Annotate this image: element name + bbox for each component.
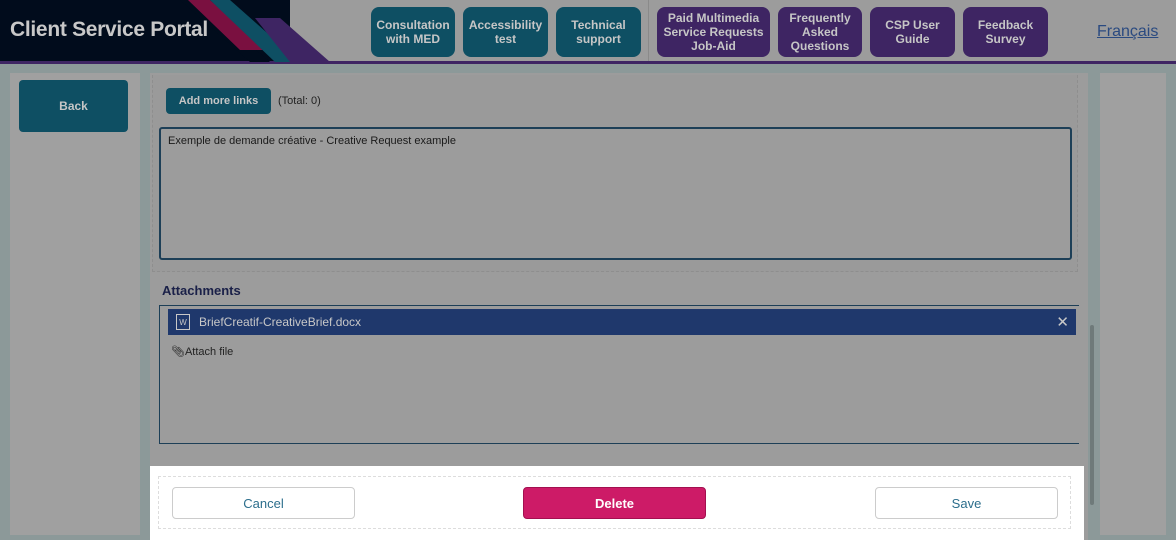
paperclip-icon: 📎︎ <box>171 346 185 358</box>
attach-file-label: Attach file <box>184 346 234 358</box>
description-textarea[interactable]: Exemple de demande créative - Creative R… <box>159 127 1072 260</box>
nav-user-guide-button[interactable]: CSP User Guide <box>870 7 955 57</box>
links-total: (Total: 0) <box>278 95 321 107</box>
scrollbar[interactable] <box>1090 325 1094 505</box>
delete-button[interactable]: Delete <box>523 487 706 519</box>
attachment-item[interactable]: W BriefCreatif-CreativeBrief.docx ✕ <box>168 309 1076 335</box>
attachment-filename[interactable]: BriefCreatif-CreativeBrief.docx <box>199 315 361 329</box>
decorative-stripes <box>180 0 330 62</box>
nav-technical-support-button[interactable]: Technical support <box>556 7 641 57</box>
attach-file-link[interactable]: 📎︎Attach file <box>171 345 233 358</box>
add-more-links-button[interactable]: Add more links <box>166 88 271 114</box>
language-link[interactable]: Français <box>1097 23 1158 41</box>
word-document-icon: W <box>176 314 190 330</box>
remove-attachment-icon[interactable]: ✕ <box>1056 313 1069 331</box>
back-button[interactable]: Back <box>19 80 128 132</box>
save-button[interactable]: Save <box>875 487 1058 519</box>
attachments-heading: Attachments <box>162 283 241 298</box>
cancel-button[interactable]: Cancel <box>172 487 355 519</box>
sidebar <box>10 73 140 535</box>
portal-title: Client Service Portal <box>10 18 208 41</box>
nav-feedback-button[interactable]: Feedback Survey <box>963 7 1048 57</box>
nav-faq-button[interactable]: Frequently Asked Questions <box>778 7 862 57</box>
right-panel <box>1100 73 1166 535</box>
nav-consultation-button[interactable]: Consultation with MED <box>371 7 455 57</box>
nav-accessibility-button[interactable]: Accessibility test <box>463 7 548 57</box>
header: Client Service Portal Consultation with … <box>0 0 1176 64</box>
nav-divider <box>648 0 649 61</box>
nav-job-aid-button[interactable]: Paid Multimedia Service Requests Job-Aid <box>657 7 770 57</box>
